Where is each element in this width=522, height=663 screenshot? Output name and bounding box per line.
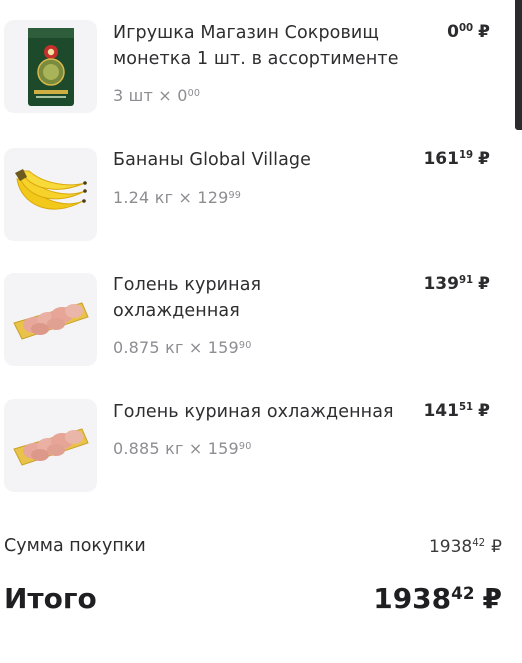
subtotal-value: 193842 ₽ [429, 537, 502, 557]
line-total: 14151 ₽ [423, 401, 490, 421]
list-item[interactable]: Бананы Global Village 1.24 кг × 12999 16… [0, 135, 510, 245]
unit-price-rub: 159 [207, 439, 239, 458]
unit-price-rub: 129 [197, 188, 229, 207]
chicken-tray-icon [12, 301, 89, 340]
line-total-kop: 51 [458, 402, 474, 414]
product-name: Бананы Global Village [113, 150, 311, 170]
list-item[interactable]: Игрушка Магазин Сокровищ монетка 1 шт. в… [0, 0, 510, 120]
product-quantity: 1.24 кг × 12999 [113, 188, 241, 207]
quantity-prefix: 0.875 кг × [113, 338, 208, 357]
total-rub: 1938 [373, 582, 452, 615]
line-total-rub: 139 [423, 274, 459, 294]
currency-sign: ₽ [478, 22, 490, 42]
product-image [4, 273, 97, 366]
total-kop: 42 [451, 582, 475, 603]
line-total-kop: 19 [458, 150, 474, 162]
bananas-icon [14, 168, 87, 210]
unit-price-kop: 90 [238, 440, 252, 452]
product-image [4, 399, 97, 492]
product-name: Голень куриная охлажденная [113, 402, 394, 422]
list-item[interactable]: Голень куриная охлажденная 0.875 кг × 15… [0, 260, 510, 375]
subtotal-label: Сумма покупки [4, 536, 146, 556]
total-row: Итого 193842 ₽ [4, 582, 502, 622]
quantity-prefix: 3 шт × [113, 86, 178, 105]
total-value: 193842 ₽ [373, 582, 502, 615]
line-total-kop: 91 [458, 275, 474, 287]
unit-price-rub: 159 [207, 338, 239, 357]
list-item[interactable]: Голень куриная охлажденная 0.885 кг × 15… [0, 385, 510, 500]
product-image [4, 20, 97, 113]
subtotal-kop: 42 [472, 538, 486, 550]
subtotal-row: Сумма покупки 193842 ₽ [4, 536, 502, 562]
line-total: 13991 ₽ [423, 274, 490, 294]
unit-price-kop: 99 [228, 189, 242, 201]
currency-sign: ₽ [478, 274, 490, 294]
scrollbar[interactable] [515, 0, 522, 130]
unit-price-kop: 90 [238, 339, 252, 351]
subtotal-rub: 1938 [428, 537, 473, 557]
currency-sign: ₽ [478, 149, 490, 169]
currency-sign: ₽ [491, 537, 502, 557]
unit-price-kop: 00 [187, 87, 201, 99]
currency-sign: ₽ [482, 582, 502, 615]
line-total-rub: 161 [423, 149, 459, 169]
product-name: Игрушка Магазин Сокровищ монетка 1 шт. в… [113, 23, 399, 69]
total-label: Итого [4, 582, 97, 615]
product-name: Голень куриная охлажденная [113, 275, 262, 321]
quantity-prefix: 0.885 кг × [113, 439, 208, 458]
product-quantity: 3 шт × 000 [113, 86, 200, 105]
product-quantity: 0.885 кг × 15990 [113, 439, 252, 458]
toy-package-icon [27, 27, 74, 106]
line-total-rub: 141 [423, 401, 459, 421]
quantity-prefix: 1.24 кг × [113, 188, 198, 207]
chicken-tray-icon [12, 427, 89, 466]
line-total-rub: 0 [447, 22, 459, 42]
product-image [4, 148, 97, 241]
line-total: 000 ₽ [447, 22, 490, 42]
line-total-kop: 00 [458, 23, 474, 35]
line-total: 16119 ₽ [423, 149, 490, 169]
unit-price-rub: 0 [177, 86, 188, 105]
product-quantity: 0.875 кг × 15990 [113, 338, 252, 357]
currency-sign: ₽ [478, 401, 490, 421]
receipt-screen: Игрушка Магазин Сокровищ монетка 1 шт. в… [0, 0, 522, 663]
